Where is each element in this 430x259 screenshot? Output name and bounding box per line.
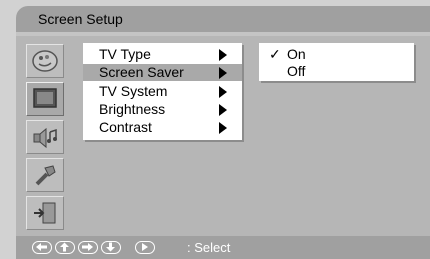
- menu-item-tv-system[interactable]: TV System: [83, 83, 242, 100]
- left-arrow-icon: [36, 243, 47, 251]
- submenu-arrow-icon: [219, 122, 227, 134]
- down-arrow-icon: [106, 242, 115, 252]
- checkmark-icon: ✓: [269, 46, 281, 62]
- option-label: Off: [287, 63, 306, 79]
- option-on[interactable]: ✓ On: [259, 46, 414, 63]
- footer-hint-bar: : Select: [16, 236, 430, 259]
- menu-item-label: Brightness: [99, 101, 166, 117]
- menu-item-screen-saver[interactable]: Screen Saver: [83, 64, 242, 81]
- right-arrow-button: [78, 241, 98, 254]
- play-icon: [142, 243, 148, 251]
- menu-item-brightness[interactable]: Brightness: [83, 101, 242, 118]
- category-picture[interactable]: [26, 44, 64, 78]
- menu-item-label: Screen Saver: [99, 64, 184, 80]
- menu-item-label: TV System: [99, 83, 168, 99]
- title-bar: Screen Setup: [16, 6, 430, 32]
- submenu-arrow-icon: [219, 86, 227, 98]
- setup-menu: TV Type Screen Saver TV System Brightnes…: [83, 43, 242, 140]
- tools-icon: [35, 165, 56, 186]
- menu-item-label: TV Type: [99, 46, 151, 62]
- submenu-arrow-icon: [219, 49, 227, 61]
- tv-screen-icon: [33, 88, 57, 108]
- category-audio[interactable]: [26, 120, 64, 154]
- option-off[interactable]: Off: [259, 63, 414, 80]
- menu-item-tv-type[interactable]: TV Type: [83, 46, 242, 63]
- screen-setup-window: Screen Setup TV Type Screen Saver TV Sys…: [0, 0, 430, 259]
- category-exit[interactable]: [26, 196, 64, 230]
- right-arrow-icon: [82, 243, 93, 251]
- picture-icon: [32, 50, 58, 72]
- category-icon-column: [26, 44, 66, 234]
- page-title: Screen Setup: [38, 11, 123, 27]
- menu-item-contrast[interactable]: Contrast: [83, 119, 242, 136]
- submenu-arrow-icon: [219, 104, 227, 116]
- play-button: [135, 241, 155, 254]
- category-tools[interactable]: [26, 158, 64, 192]
- audio-icon: [33, 127, 57, 149]
- submenu-arrow-icon: [219, 67, 227, 79]
- screen-saver-submenu: ✓ On Off: [259, 43, 414, 81]
- menu-item-label: Contrast: [99, 119, 152, 135]
- up-arrow-button: [55, 241, 75, 254]
- option-label: On: [287, 46, 306, 62]
- exit-icon: [34, 202, 56, 224]
- down-arrow-button: [101, 241, 121, 254]
- left-arrow-button: [32, 241, 52, 254]
- footer-hint-text: : Select: [187, 240, 231, 255]
- up-arrow-icon: [60, 242, 69, 252]
- category-screen[interactable]: [26, 82, 64, 116]
